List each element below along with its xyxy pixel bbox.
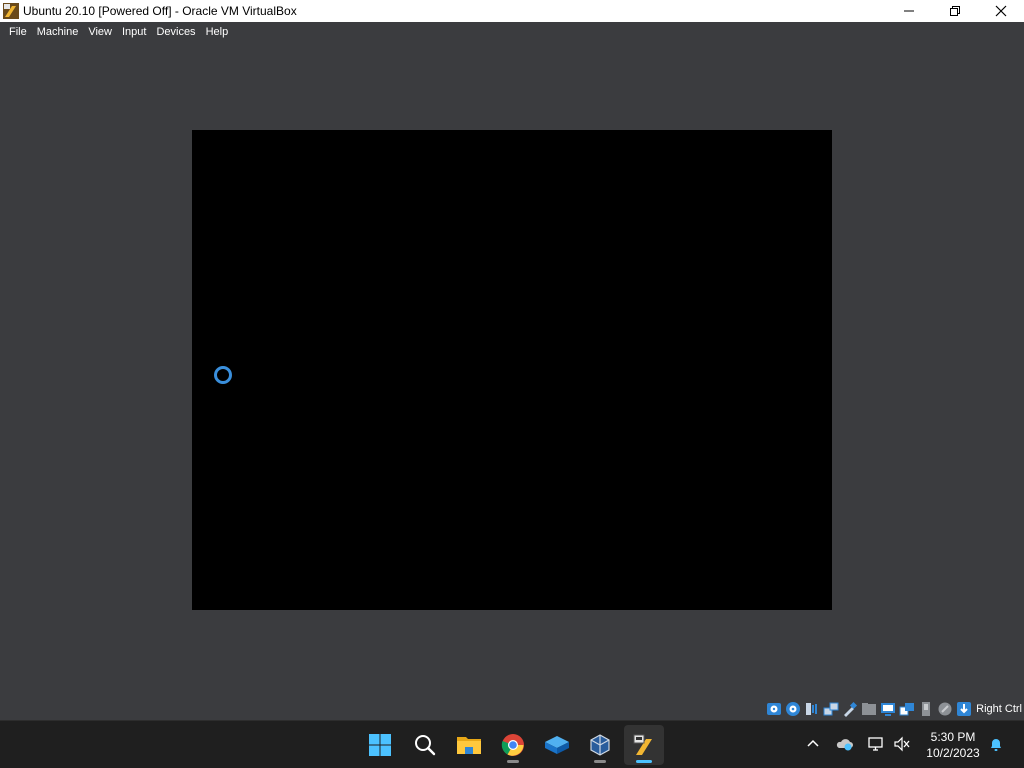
mouse-integration-icon[interactable] bbox=[937, 701, 953, 717]
clock-date: 10/2/2023 bbox=[926, 746, 980, 760]
search-button[interactable] bbox=[405, 725, 445, 765]
maximize-icon bbox=[950, 6, 960, 16]
menu-machine[interactable]: Machine bbox=[32, 22, 84, 42]
minimize-icon bbox=[904, 10, 914, 12]
minimize-button[interactable] bbox=[886, 0, 932, 22]
audio-icon[interactable] bbox=[804, 701, 820, 717]
virtualbox-vm-icon bbox=[3, 3, 19, 19]
window-title: Ubuntu 20.10 [Powered Off] - Oracle VM V… bbox=[23, 4, 297, 18]
network-monitor-icon[interactable] bbox=[867, 735, 885, 753]
clock-time: 5:30 PM bbox=[930, 730, 976, 744]
menu-bar: File Machine View Input Devices Help bbox=[0, 22, 1024, 42]
menu-file[interactable]: File bbox=[4, 22, 32, 42]
keyboard-capture-icon[interactable] bbox=[956, 701, 972, 717]
virtualbox-icon bbox=[590, 734, 610, 756]
network-icon[interactable] bbox=[823, 701, 839, 717]
folder-icon bbox=[457, 737, 481, 754]
virtualbox-button[interactable] bbox=[580, 725, 620, 765]
close-icon bbox=[995, 5, 1007, 17]
shared-folders-icon[interactable] bbox=[861, 701, 877, 717]
recording-icon[interactable] bbox=[899, 701, 915, 717]
clock[interactable]: 5:30 PM 10/2/2023 bbox=[922, 729, 984, 761]
loading-spinner-icon bbox=[214, 366, 232, 384]
bell-icon[interactable] bbox=[987, 735, 1005, 753]
chrome-button[interactable] bbox=[493, 725, 533, 765]
running-indicator bbox=[594, 760, 606, 763]
active-indicator bbox=[636, 760, 652, 763]
menu-input[interactable]: Input bbox=[117, 22, 151, 42]
title-bar[interactable]: Ubuntu 20.10 [Powered Off] - Oracle VM V… bbox=[0, 0, 1024, 22]
menu-devices[interactable]: Devices bbox=[151, 22, 200, 42]
windows-start-icon bbox=[369, 734, 391, 756]
taskbar: 5:30 PM 10/2/2023 bbox=[0, 720, 1024, 768]
close-button[interactable] bbox=[978, 0, 1024, 22]
chevron-up-icon[interactable] bbox=[804, 735, 822, 753]
onedrive-icon[interactable] bbox=[836, 735, 854, 753]
file-explorer-button[interactable] bbox=[449, 725, 489, 765]
virtualbox-vm-icon bbox=[633, 734, 652, 755]
vm-display[interactable] bbox=[192, 130, 832, 610]
status-bar: Right Ctrl bbox=[0, 698, 1024, 720]
usb-icon[interactable] bbox=[842, 701, 858, 717]
optical-drive-icon[interactable] bbox=[785, 701, 801, 717]
running-indicator bbox=[507, 760, 519, 763]
display-icon[interactable] bbox=[880, 701, 896, 717]
cpu-icon[interactable] bbox=[918, 701, 934, 717]
host-key-label: Right Ctrl bbox=[976, 703, 1022, 715]
azure-app-button[interactable] bbox=[537, 725, 577, 765]
maximize-button[interactable] bbox=[932, 0, 978, 22]
hard-disk-icon[interactable] bbox=[766, 701, 782, 717]
volume-muted-icon[interactable] bbox=[893, 735, 911, 753]
start-button[interactable] bbox=[360, 725, 400, 765]
azure-cube-icon bbox=[545, 736, 569, 754]
chrome-icon bbox=[501, 734, 524, 756]
menu-view[interactable]: View bbox=[83, 22, 117, 42]
menu-help[interactable]: Help bbox=[201, 22, 234, 42]
vm-window-button[interactable] bbox=[624, 725, 664, 765]
search-icon bbox=[415, 735, 436, 756]
